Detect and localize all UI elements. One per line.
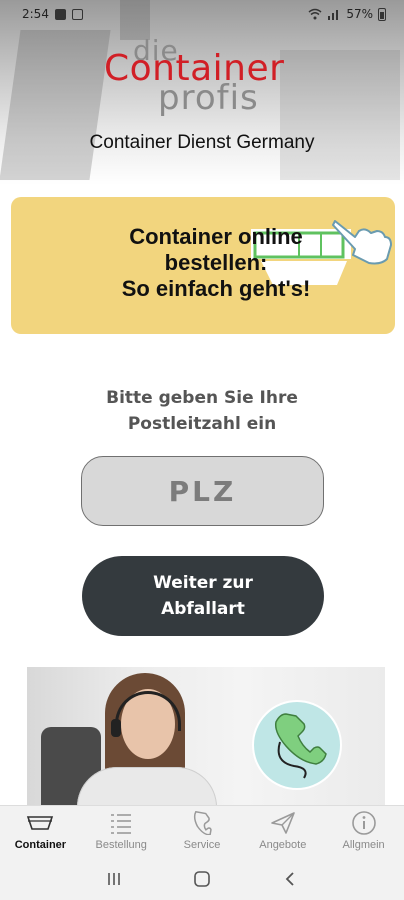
nav-item-allgemein[interactable]: Allgmein xyxy=(323,806,404,857)
company-name: Container Dienst Germany xyxy=(89,132,315,153)
battery-icon xyxy=(378,7,386,21)
status-bar: 2:54 57% xyxy=(0,0,404,28)
service-agent-photo xyxy=(27,667,385,807)
info-icon xyxy=(350,810,378,836)
gallery-icon xyxy=(71,8,83,20)
phone-badge xyxy=(252,700,342,790)
nav-item-angebote[interactable]: Angebote xyxy=(242,806,323,857)
nav-item-container[interactable]: Container xyxy=(0,806,81,857)
nav-label: Allgmein xyxy=(342,839,385,851)
list-icon xyxy=(107,810,135,836)
telephone-icon xyxy=(274,713,327,779)
send-icon xyxy=(269,810,297,836)
order-online-banner[interactable]: Container online bestellen: So einfach g… xyxy=(11,197,395,334)
brand-logo: die Container profis xyxy=(0,30,404,120)
system-navigation-bar xyxy=(0,857,404,900)
container-icon xyxy=(26,810,54,836)
nav-item-bestellung[interactable]: Bestellung xyxy=(81,806,162,857)
nav-label: Service xyxy=(183,839,221,851)
phone-icon xyxy=(188,810,216,836)
nav-label: Angebote xyxy=(259,839,307,851)
logo-profis-text: profis xyxy=(158,78,259,118)
home-icon[interactable] xyxy=(187,864,217,894)
continue-to-waste-type-button[interactable]: Weiter zur Abfallart xyxy=(82,556,324,636)
postal-code-input[interactable] xyxy=(81,456,324,526)
banner-title: Container online bestellen: So einfach g… xyxy=(121,224,311,301)
headset-earpiece-shape xyxy=(111,719,121,737)
wifi-icon xyxy=(308,8,322,20)
recent-apps-icon[interactable] xyxy=(99,864,129,894)
notification-icon xyxy=(54,8,66,20)
status-time: 2:54 xyxy=(22,7,49,21)
postal-code-prompt: Bitte geben Sie Ihre Postleitzahl ein xyxy=(106,388,298,434)
signal-icon xyxy=(328,10,339,20)
nav-label: Bestellung xyxy=(95,839,147,851)
back-icon[interactable] xyxy=(275,864,305,894)
nav-label: Container xyxy=(14,839,67,851)
nav-item-service[interactable]: Service xyxy=(162,806,243,857)
body-shape xyxy=(77,767,217,807)
battery-percent: 57% xyxy=(346,7,373,21)
bottom-navigation: Container Bestellung Service Angebote Al… xyxy=(0,805,404,857)
